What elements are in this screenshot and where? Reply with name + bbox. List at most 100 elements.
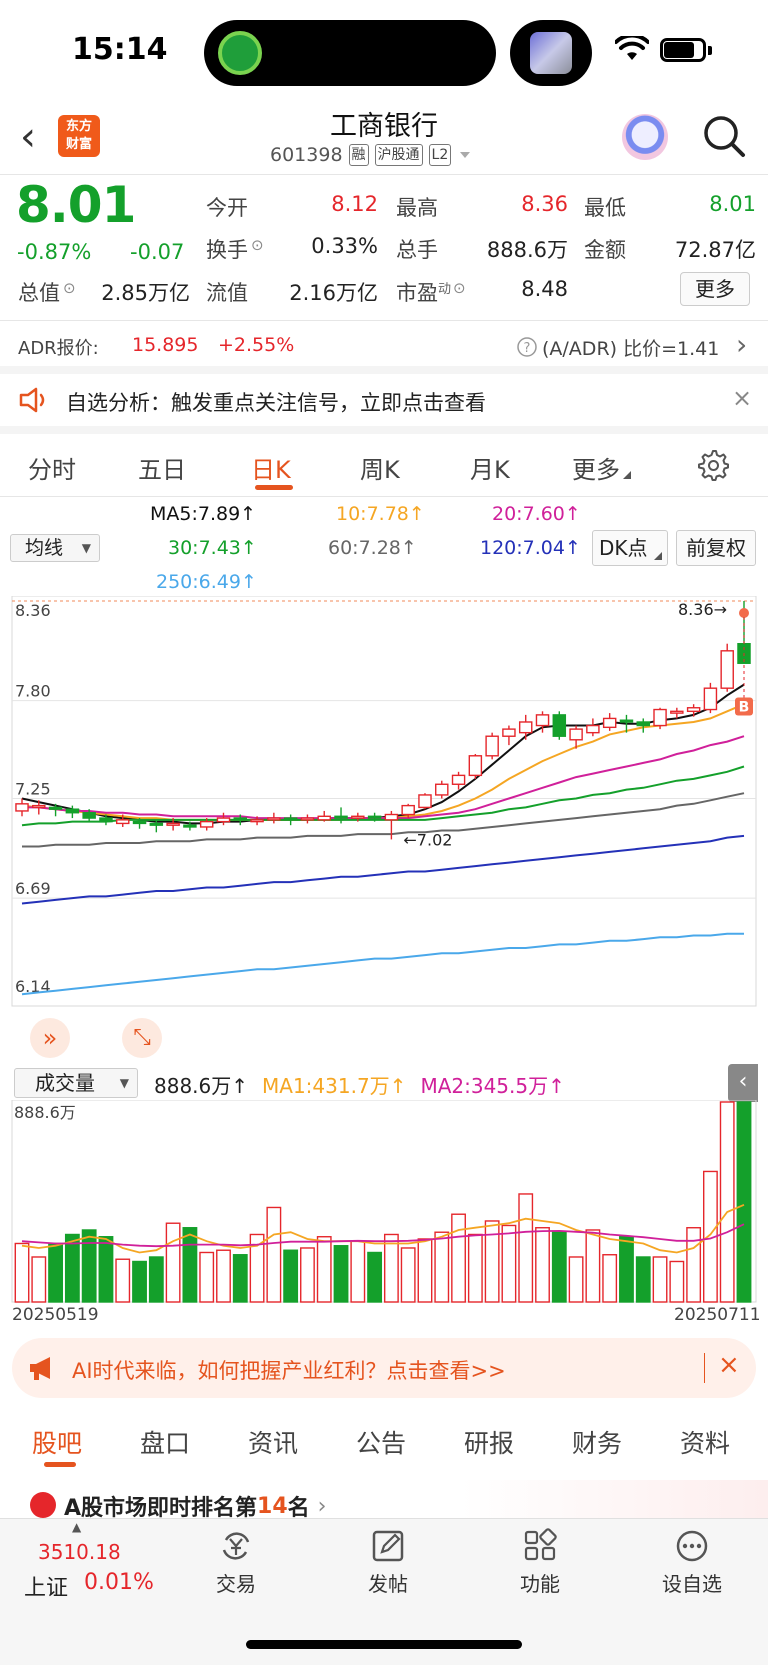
candle-body [32, 804, 46, 809]
edit-icon [372, 1530, 404, 1562]
tab-daily-k[interactable]: 日K [251, 450, 291, 485]
yen-cycle-icon [222, 1532, 250, 1560]
candle-body [166, 822, 180, 826]
volume-bar [216, 1249, 231, 1303]
adr-ratio[interactable]: (A/ADR) 比价=1.41 [542, 334, 719, 361]
tab-more-label: 更多 [572, 456, 620, 484]
nav-functions-label: 功能 [520, 1572, 560, 1596]
collapse-panel-button[interactable]: ‹ [728, 1064, 758, 1102]
nav-functions[interactable]: 功能 [490, 1528, 590, 1597]
tab-research[interactable]: 研报 [464, 1424, 514, 1460]
tab-orderbook[interactable]: 盘口 [140, 1424, 190, 1460]
change-amount: -0.07 [130, 240, 185, 264]
volume-bar [434, 1231, 450, 1303]
adjust-button[interactable]: 前复权 [676, 530, 756, 566]
caret-up-icon: ▲ [72, 1520, 82, 1534]
nav-post-label: 发帖 [368, 1572, 408, 1596]
volume-bar [283, 1249, 299, 1303]
tab-intraday[interactable]: 分时 [28, 450, 76, 485]
volume-value: 888.6万↑ [154, 1074, 249, 1098]
volume-bar [602, 1254, 618, 1303]
tab-more[interactable]: 更多 [572, 450, 632, 485]
indicator-select[interactable]: 均线 ▼ [10, 534, 100, 562]
change-percent: -0.87% [17, 240, 92, 264]
turnover-label-wrap[interactable]: 换手 ⊙ [206, 234, 264, 264]
volume-bar [115, 1258, 131, 1303]
help-icon[interactable]: ? [516, 336, 538, 358]
more-button[interactable]: 更多 [680, 272, 750, 306]
market-cap-label-wrap[interactable]: 总值 ⊙ [18, 277, 76, 307]
volume-bar [81, 1229, 97, 1303]
volume-bar [383, 1233, 399, 1303]
expand-icon[interactable]: ⤡ [122, 1018, 162, 1058]
candle-body [267, 817, 281, 821]
double-chevron-icon[interactable]: » [30, 1018, 70, 1058]
tab-news[interactable]: 资讯 [248, 1424, 298, 1460]
candle-body [619, 719, 634, 723]
volume-chart[interactable]: 888.6万 [0, 1100, 768, 1310]
candle-body [82, 812, 96, 819]
candle-body [518, 721, 533, 734]
candle-body [502, 728, 516, 737]
ai-promo-text[interactable]: AI时代来临，如何把握产业红利？点击查看>> [72, 1355, 506, 1385]
chevron-right-icon[interactable]: › [736, 328, 747, 361]
ma-line [21, 834, 745, 905]
index-name[interactable]: 上证 [24, 1570, 68, 1602]
tab-forum[interactable]: 股吧 [32, 1424, 82, 1460]
ai-banner-close-button[interactable]: × [718, 1350, 740, 1380]
pe-label: 市盈 [396, 281, 438, 305]
island-activity-icon [218, 31, 262, 75]
volume-ma-lines [21, 1203, 745, 1254]
dk-point-button[interactable]: DK点 [592, 530, 668, 566]
candle-body [233, 817, 248, 821]
nav-trade[interactable]: 交易 [186, 1528, 286, 1597]
high-marker-label: 8.36→ [678, 600, 727, 619]
volume-bar [451, 1213, 466, 1303]
candle-body [216, 817, 231, 823]
more-dots-icon [676, 1530, 708, 1562]
volume-bar [316, 1236, 332, 1303]
volume-indicator-select[interactable]: 成交量 ▼ [14, 1068, 138, 1098]
notice-text[interactable]: 自选分析：触发重点关注信号，立即点击查看 [66, 387, 486, 417]
adr-label: ADR报价: [18, 338, 99, 359]
candle-body [401, 804, 415, 816]
tab-monthly-k[interactable]: 月K [470, 450, 510, 485]
stock-code-row[interactable]: 601398 融 沪股通 L2 [270, 144, 473, 166]
section-gap [0, 366, 768, 374]
candle-body [451, 774, 466, 785]
volume-select-label: 成交量 [35, 1071, 95, 1095]
tab-finance[interactable]: 财务 [572, 1424, 622, 1460]
amount-label: 金额 [584, 238, 626, 262]
tab-five-day[interactable]: 五日 [138, 450, 186, 485]
volume-bar [585, 1229, 601, 1303]
candle-body [351, 815, 365, 819]
adr-price: 15.895 [132, 334, 199, 356]
y-tick-label: 6.69 [15, 879, 51, 898]
candle-body [384, 813, 399, 821]
candle-body [367, 815, 382, 819]
candle-body [686, 707, 701, 713]
home-indicator [246, 1640, 522, 1649]
kline-chart[interactable]: 8.367.807.256.696.14 8.36→B←7.02 [0, 596, 768, 1076]
tab-weekly-k[interactable]: 周K [360, 450, 400, 485]
ai-assistant-icon[interactable] [622, 114, 668, 160]
pe-label-wrap[interactable]: 市盈 动 ⊙ [396, 277, 466, 307]
info-icon: ⊙ [63, 279, 76, 297]
tab-profile[interactable]: 资料 [680, 1424, 730, 1460]
index-value[interactable]: 3510.18 [38, 1540, 121, 1564]
index-change[interactable]: 0.01% [84, 1570, 154, 1595]
gear-icon[interactable] [696, 448, 730, 482]
nav-add-watchlist[interactable]: 设自选 [642, 1528, 742, 1597]
nav-post[interactable]: 发帖 [338, 1528, 438, 1597]
high-label: 最高 [396, 196, 438, 220]
corner-caret-icon [623, 470, 631, 479]
divider [0, 174, 768, 175]
y-tick-label: 7.25 [15, 780, 51, 799]
tab-announcements[interactable]: 公告 [356, 1424, 406, 1460]
notice-close-button[interactable]: × [732, 384, 752, 412]
banner-separator [704, 1353, 705, 1383]
candle-body [183, 824, 197, 828]
search-icon[interactable] [700, 112, 748, 160]
open-value: 8.12 [331, 192, 378, 216]
candle-body [586, 724, 600, 734]
